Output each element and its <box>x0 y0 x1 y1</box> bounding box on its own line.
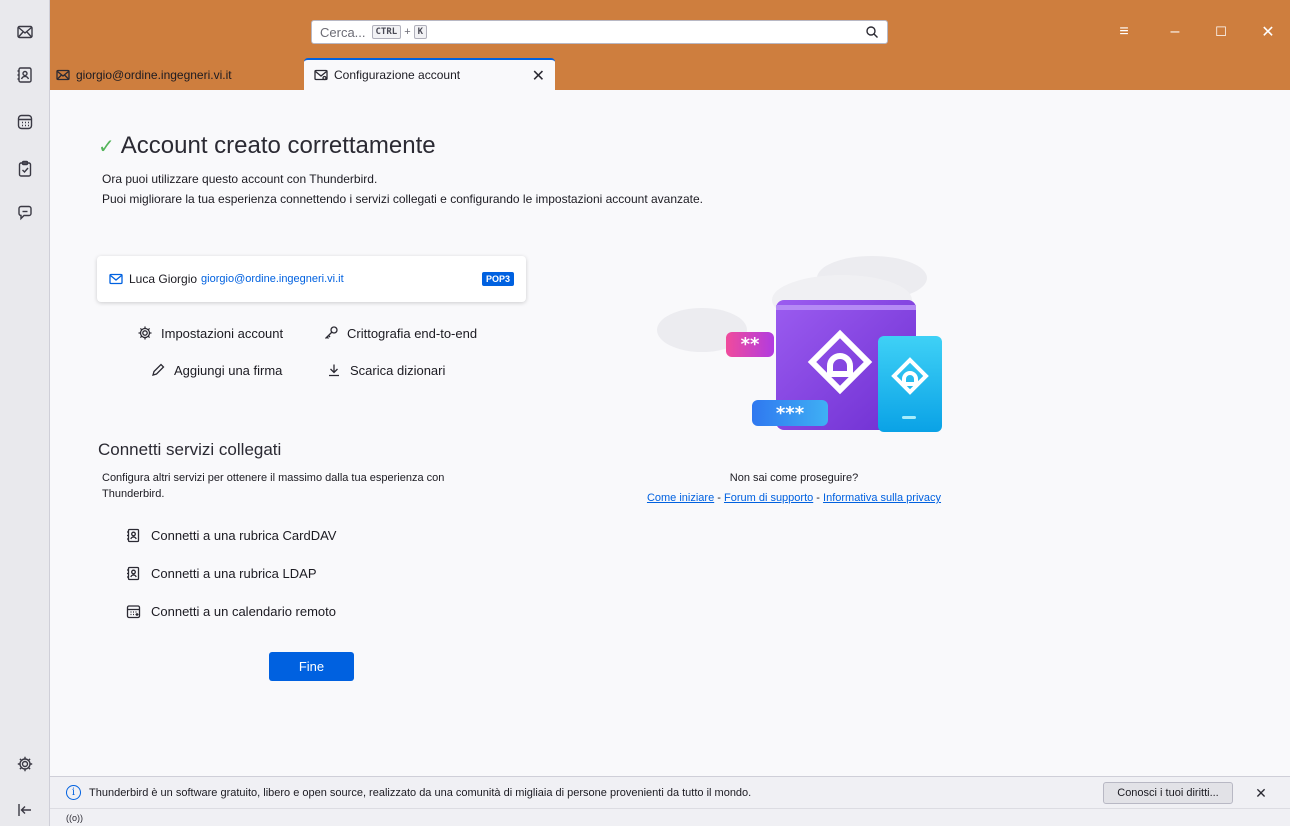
notification-close-icon[interactable]: ✕ <box>1250 782 1272 804</box>
account-type-badge: POP3 <box>481 272 514 286</box>
maximize-button[interactable]: ☐ <box>1209 20 1233 44</box>
link-support-forum[interactable]: Forum di supporto <box>724 492 813 504</box>
account-email: giorgio@ordine.ingegneri.vi.it <box>201 273 344 285</box>
address-book-icon[interactable] <box>13 63 37 87</box>
download-icon <box>329 364 339 377</box>
know-your-rights-button[interactable]: Conosci i tuoi diritti... <box>1103 782 1233 804</box>
calendar-icon <box>126 605 141 619</box>
spaces-toolbar <box>0 0 50 826</box>
account-hub-content: ✓ Account creato correttamente Ora puoi … <box>50 90 1290 776</box>
tab-label: Configurazione account <box>334 68 461 82</box>
app-menu-button[interactable]: ≡ <box>1112 20 1136 44</box>
e2e-encryption-label: Crittografia end-to-end <box>347 325 478 341</box>
notification-bar: i Thunderbird è un software gratuito, li… <box>50 776 1290 808</box>
account-settings-button[interactable]: Impostazioni account <box>137 325 283 341</box>
add-signature-button[interactable]: Aggiungi una firma <box>150 362 282 378</box>
pencil-icon <box>152 363 165 376</box>
subtitle-line-1: Ora puoi utilizzare questo account con T… <box>102 172 378 186</box>
download-dictionaries-button[interactable]: Scarica dizionari <box>326 362 445 378</box>
search-input[interactable]: Cerca... CTRL + K <box>311 20 888 44</box>
search-icon[interactable] <box>865 25 879 39</box>
tasks-icon[interactable] <box>13 157 37 181</box>
title-bar: Cerca... CTRL + K ≡ – ☐ ✕ giorgio@ordine… <box>50 0 1290 90</box>
linked-services-title: Connetti servizi collegati <box>98 440 282 459</box>
account-setup-icon <box>314 69 328 81</box>
connect-carddav-label: Connetti a una rubrica CardDAV <box>151 528 337 543</box>
page-title: ✓ Account creato correttamente <box>98 132 436 160</box>
linked-services-description: Configura altri servizi per ottenere il … <box>102 472 445 500</box>
page-title-text: Account creato correttamente <box>120 132 436 159</box>
connect-calendar-label: Connetti a un calendario remoto <box>151 604 337 619</box>
notification-text: Thunderbird è un software gratuito, libe… <box>89 786 752 799</box>
tab-account-setup[interactable]: Configurazione account ✕ <box>304 58 555 90</box>
key-icon <box>325 326 338 339</box>
link-getting-started[interactable]: Come iniziare <box>647 492 714 504</box>
address-book-icon <box>127 528 140 543</box>
shortcut-key-k: K <box>413 25 428 39</box>
connect-calendar-button[interactable]: Connetti a un calendario remoto <box>126 604 336 619</box>
search-placeholder: Cerca... <box>320 24 366 40</box>
connect-ldap-button[interactable]: Connetti a una rubrica LDAP <box>126 566 316 581</box>
settings-gear-icon[interactable] <box>13 752 37 776</box>
account-name: Luca Giorgio <box>129 272 198 286</box>
account-illustration: ** *** <box>657 256 942 432</box>
tab-label: giorgio@ordine.ingegneri.vi.it <box>76 68 232 82</box>
download-dictionaries-label: Scarica dizionari <box>350 362 446 378</box>
help-links: Come iniziare - Forum di supporto - Info… <box>628 492 960 504</box>
account-settings-label: Impostazioni account <box>161 325 284 341</box>
checkmark-icon: ✓ <box>98 135 115 158</box>
mail-icon[interactable] <box>13 20 37 44</box>
collapse-spaces-icon[interactable] <box>13 798 37 822</box>
shortcut-plus: + <box>404 26 411 38</box>
password-stars-2: *** <box>776 403 805 424</box>
add-signature-label: Aggiungi una firma <box>174 362 283 378</box>
password-stars-1: ** <box>741 334 760 355</box>
status-bar: ((o)) <box>50 808 1290 826</box>
close-window-button[interactable]: ✕ <box>1256 20 1280 44</box>
tab-close-icon[interactable]: ✕ <box>532 66 545 86</box>
help-question: Non sai come proseguire? <box>729 472 859 484</box>
link-separator: - <box>813 492 824 504</box>
tab-inbox[interactable]: giorgio@ordine.ingegneri.vi.it <box>56 62 232 88</box>
mail-icon <box>56 69 70 81</box>
minimize-button[interactable]: – <box>1163 20 1187 44</box>
address-book-icon <box>127 566 140 581</box>
finish-button[interactable]: Fine <box>269 652 354 681</box>
link-separator: - <box>714 492 724 504</box>
chat-icon[interactable] <box>13 201 37 225</box>
info-icon: i <box>66 785 81 800</box>
calendar-icon[interactable] <box>13 110 37 134</box>
shortcut-key-ctrl: CTRL <box>371 25 402 39</box>
account-card[interactable]: Luca Giorgio giorgio@ordine.ingegneri.vi… <box>97 256 526 302</box>
connect-ldap-label: Connetti a una rubrica LDAP <box>151 566 317 581</box>
activity-icon[interactable]: ((o)) <box>66 813 83 823</box>
e2e-encryption-button[interactable]: Crittografia end-to-end <box>323 325 477 341</box>
link-privacy-policy[interactable]: Informativa sulla privacy <box>823 492 941 504</box>
connect-carddav-button[interactable]: Connetti a una rubrica CardDAV <box>126 528 336 543</box>
account-mail-icon <box>109 273 123 285</box>
gear-icon <box>138 326 152 340</box>
subtitle-line-2: Puoi migliorare la tua esperienza connet… <box>102 192 704 206</box>
